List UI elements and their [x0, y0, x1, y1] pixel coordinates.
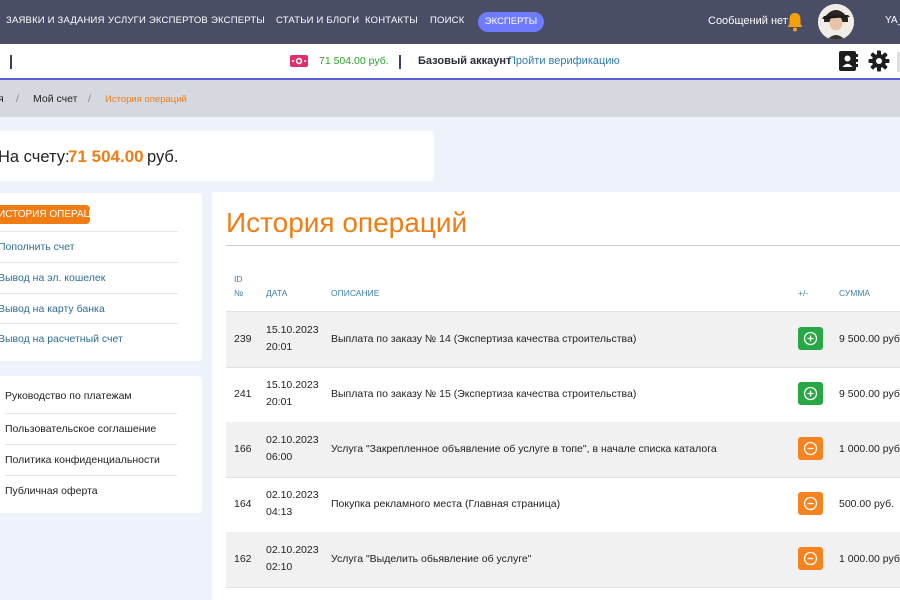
- table-row[interactable]: 164 02.10.2023 04:13 Покупка рекламного …: [226, 477, 900, 532]
- nav-item-experts[interactable]: ЭКСПЕРТЫ: [211, 15, 265, 26]
- balance-label: На счету:: [0, 148, 70, 166]
- nav-item-articles[interactable]: СТАТЬИ И БЛОГИ: [276, 15, 359, 26]
- row-sum: 1 000.00 руб.: [839, 443, 900, 455]
- row-description: Услуга "Выделить обьявление об услуге": [331, 553, 532, 565]
- nav-item-search[interactable]: ПОИСК: [430, 15, 464, 26]
- row-time: 06:00: [266, 451, 293, 463]
- header-balance: 71 504.00 руб.: [319, 55, 389, 67]
- top-navigation: ЗАЯВКИ И ЗАДАНИЯ УСЛУГИ ЭКСПЕРТОВ ЭКСПЕР…: [0, 0, 900, 44]
- balance-currency: руб.: [147, 148, 179, 166]
- page-title: История операций: [226, 207, 468, 238]
- column-header-sign: +/-: [798, 288, 809, 298]
- column-header-id: ID: [234, 274, 243, 284]
- row-sum: 1 000.00 руб.: [839, 553, 900, 565]
- messages-status[interactable]: Сообщений нет: [708, 15, 788, 27]
- sidebar-item-history[interactable]: ИСТОРИЯ ОПЕРАЦИЙ: [0, 205, 90, 224]
- operations-panel: История операций ID № ДАТА ОПИСАНИЕ +/- …: [212, 192, 900, 600]
- nav-item-services[interactable]: УСЛУГИ ЭКСПЕРТОВ: [108, 15, 208, 26]
- sidebar-item-public-offer[interactable]: Публичная оферта: [5, 475, 177, 506]
- column-header-date: ДАТА: [266, 288, 288, 298]
- sidebar-item-ewallet[interactable]: Вывод на эл. кошелек: [0, 262, 178, 293]
- row-sum: 9 500.00 руб.: [839, 388, 900, 400]
- sidebar-item-bank-account[interactable]: Вывод на расчетный счет: [0, 323, 178, 354]
- column-header-id-number: №: [234, 288, 244, 298]
- table-row[interactable]: 241 15.10.2023 20:01 Выплата по заказу №…: [226, 367, 900, 422]
- row-date: 02.10.2023: [266, 544, 319, 556]
- row-divider: [226, 587, 900, 588]
- row-time: 04:13: [266, 506, 293, 518]
- info-menu: Руководство по платежам Пользовательское…: [0, 376, 202, 513]
- row-description: Услуга "Закрепленное объявление об услуг…: [331, 443, 717, 455]
- table-row[interactable]: 162 02.10.2023 02:10 Услуга "Выделить об…: [226, 532, 900, 587]
- row-id: 166: [234, 443, 252, 455]
- contacts-book-icon[interactable]: [837, 50, 859, 72]
- row-sum: 500.00 руб.: [839, 498, 895, 510]
- experts-pill-button[interactable]: ЭКСПЕРТЫ: [478, 12, 544, 32]
- balance-card: На счету: 71 504.00 руб.: [0, 131, 434, 181]
- row-date: 15.10.2023: [266, 379, 319, 391]
- breadcrumb-my-account[interactable]: Мой счет: [33, 93, 77, 105]
- account-menu: ИСТОРИЯ ОПЕРАЦИЙ Пополнить счет Вывод на…: [0, 193, 202, 361]
- breadcrumb: я / Мой счет / История операций: [0, 80, 900, 117]
- row-id: 239: [234, 333, 252, 345]
- column-header-sum: СУММА: [839, 288, 871, 298]
- verification-link[interactable]: Пройти верификацию: [508, 55, 620, 67]
- row-sum: 9 500.00 руб.: [839, 333, 900, 345]
- row-date: 02.10.2023: [266, 434, 319, 446]
- bell-icon[interactable]: [786, 12, 804, 32]
- plus-button[interactable]: [798, 382, 823, 405]
- row-time: 20:01: [266, 396, 293, 408]
- row-time: 20:01: [266, 341, 293, 353]
- minus-button[interactable]: [798, 547, 823, 570]
- breadcrumb-separator: /: [88, 93, 91, 105]
- user-avatar[interactable]: [818, 4, 854, 40]
- row-id: 241: [234, 388, 252, 400]
- table-row[interactable]: 166 02.10.2023 06:00 Услуга "Закрепленно…: [226, 422, 900, 477]
- column-header-description: ОПИСАНИЕ: [331, 288, 380, 298]
- username-label[interactable]: YA_: [885, 15, 900, 26]
- minus-button[interactable]: [798, 492, 823, 515]
- account-bar: 71 504.00 руб. Базовый аккаунт Пройти ве…: [0, 44, 900, 80]
- sidebar-item-payment-guide[interactable]: Руководство по платежам: [5, 381, 177, 412]
- breadcrumb-separator: /: [16, 93, 19, 105]
- account-type-label: Базовый аккаунт: [418, 55, 512, 67]
- breadcrumb-home[interactable]: я: [0, 93, 4, 105]
- row-description: Выплата по заказу № 15 (Экспертиза качес…: [331, 388, 637, 400]
- row-description: Выплата по заказу № 14 (Экспертиза качес…: [331, 333, 637, 345]
- minus-button[interactable]: [798, 437, 823, 460]
- row-date: 15.10.2023: [266, 324, 319, 336]
- plus-button[interactable]: [798, 327, 823, 350]
- title-divider: [226, 245, 900, 246]
- divider: [399, 55, 401, 69]
- sidebar-item-topup[interactable]: Пополнить счет: [0, 231, 178, 262]
- gear-icon[interactable]: [868, 50, 890, 72]
- nav-item-contacts[interactable]: КОНТАКТЫ: [365, 15, 418, 26]
- row-id: 164: [234, 498, 252, 510]
- row-description: Покупка рекламного места (Главная страни…: [331, 498, 561, 510]
- row-date: 02.10.2023: [266, 489, 319, 501]
- sidebar-item-bank-card[interactable]: Вывод на карту банка: [0, 293, 178, 324]
- divider: [10, 55, 12, 69]
- table-row[interactable]: 239 15.10.2023 20:01 Выплата по заказу №…: [226, 312, 900, 367]
- breadcrumb-current: История операций: [105, 94, 187, 105]
- money-icon: [289, 53, 309, 69]
- row-time: 02:10: [266, 561, 293, 573]
- sidebar-item-privacy-policy[interactable]: Политика конфиденциальности: [5, 444, 177, 475]
- sidebar-item-user-agreement[interactable]: Пользовательское соглашение: [5, 413, 177, 444]
- nav-item-requests[interactable]: ЗАЯВКИ И ЗАДАНИЯ: [6, 15, 105, 26]
- row-id: 162: [234, 553, 252, 565]
- balance-amount: 71 504.00: [68, 147, 144, 166]
